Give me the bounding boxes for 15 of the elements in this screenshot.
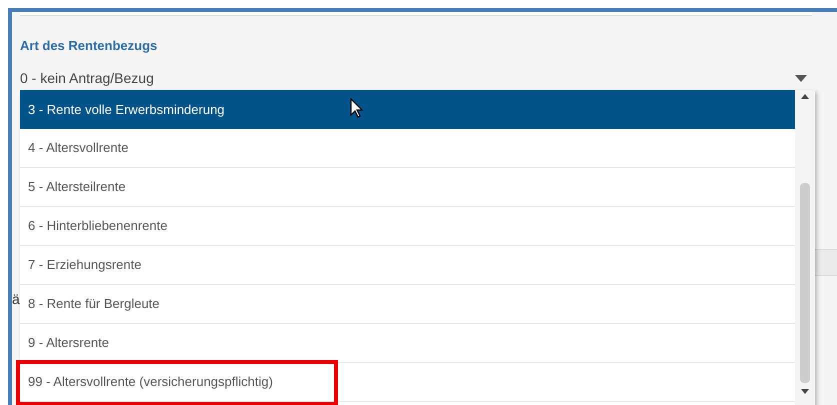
dropdown-option[interactable]: 9 - Altersrente bbox=[20, 324, 795, 363]
scrollbar[interactable] bbox=[795, 90, 815, 405]
text-fragment: ä bbox=[12, 291, 20, 307]
scroll-up-icon[interactable] bbox=[801, 94, 809, 99]
dropdown-caret-icon bbox=[795, 75, 807, 82]
dropdown-option[interactable]: 8 - Rente für Bergleute bbox=[20, 285, 795, 324]
mouse-pointer-icon bbox=[350, 98, 364, 118]
scrollbar-thumb[interactable] bbox=[800, 183, 810, 383]
dropdown-option[interactable]: 5 - Altersteilrente bbox=[20, 168, 795, 207]
dropdown-option[interactable]: 3 - Rente volle Erwerbsminderung bbox=[20, 90, 795, 129]
field-label: Art des Rentenbezugs bbox=[20, 38, 158, 54]
scroll-down-icon[interactable] bbox=[801, 389, 809, 394]
dropdown-option[interactable]: 4 - Altersvollrente bbox=[20, 129, 795, 168]
dropdown-option[interactable]: 6 - Hinterbliebenenrente bbox=[20, 207, 795, 246]
dropdown-option[interactable]: 7 - Erziehungsrente bbox=[20, 246, 795, 285]
